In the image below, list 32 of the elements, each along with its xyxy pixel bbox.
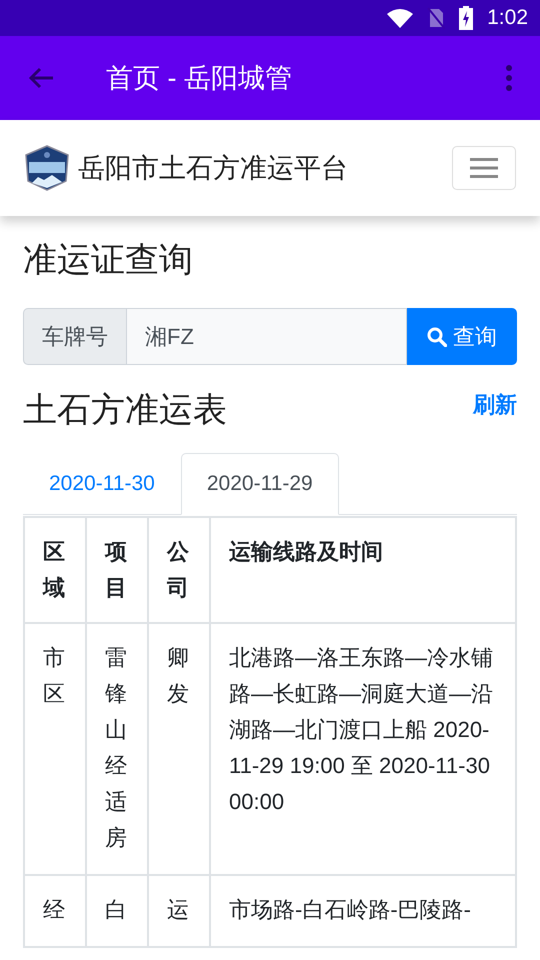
date-tab[interactable]: 2020-11-30 bbox=[23, 453, 181, 515]
table-cell: 白 bbox=[86, 875, 148, 947]
menu-icon bbox=[470, 157, 498, 179]
no-sim-icon bbox=[427, 7, 446, 29]
table-cell: 市场路-白石岭路-巴陵路- bbox=[210, 875, 516, 947]
search-icon bbox=[427, 326, 447, 346]
column-header: 区域 bbox=[24, 517, 86, 623]
table-cell: 市区 bbox=[24, 623, 86, 875]
refresh-link[interactable]: 刷新 bbox=[473, 390, 517, 420]
badge-logo bbox=[24, 145, 70, 191]
table-cell: 运 bbox=[148, 875, 210, 947]
query-button[interactable]: 查询 bbox=[407, 308, 517, 365]
plate-field[interactable]: 湘FZ bbox=[126, 308, 407, 365]
section-heading: 土石方准运表 bbox=[23, 390, 227, 431]
menu-button[interactable] bbox=[452, 146, 516, 190]
app-title: 首页 - 岳阳城管 bbox=[106, 62, 292, 95]
column-header: 项目 bbox=[86, 517, 148, 623]
column-header: 运输线路及时间 bbox=[210, 517, 516, 623]
table-cell: 雷锋山经适房 bbox=[86, 623, 148, 875]
battery-charging-icon bbox=[459, 6, 474, 30]
back-arrow-icon bbox=[28, 67, 54, 89]
more-icon bbox=[506, 65, 512, 91]
field-label: 车牌号 bbox=[23, 308, 126, 365]
table-cell: 卿发 bbox=[148, 623, 210, 875]
column-header: 公司 bbox=[148, 517, 210, 623]
table-cell: 北港路—洛王东路—冷水铺路—长虹路—洞庭大道—沿湖路—北门渡口上船 2020-11-29 19:00 至 2020-11-30 00:00 bbox=[210, 623, 516, 875]
clock: 1:02 bbox=[487, 6, 528, 30]
date-tab[interactable]: 2020-11-29 bbox=[180, 453, 339, 515]
table-cell: 经 bbox=[24, 875, 86, 947]
section-heading: 准运证查询 bbox=[23, 240, 194, 281]
wifi-icon bbox=[387, 8, 414, 28]
brand-title: 岳阳市土石方准运平台 bbox=[78, 152, 348, 185]
